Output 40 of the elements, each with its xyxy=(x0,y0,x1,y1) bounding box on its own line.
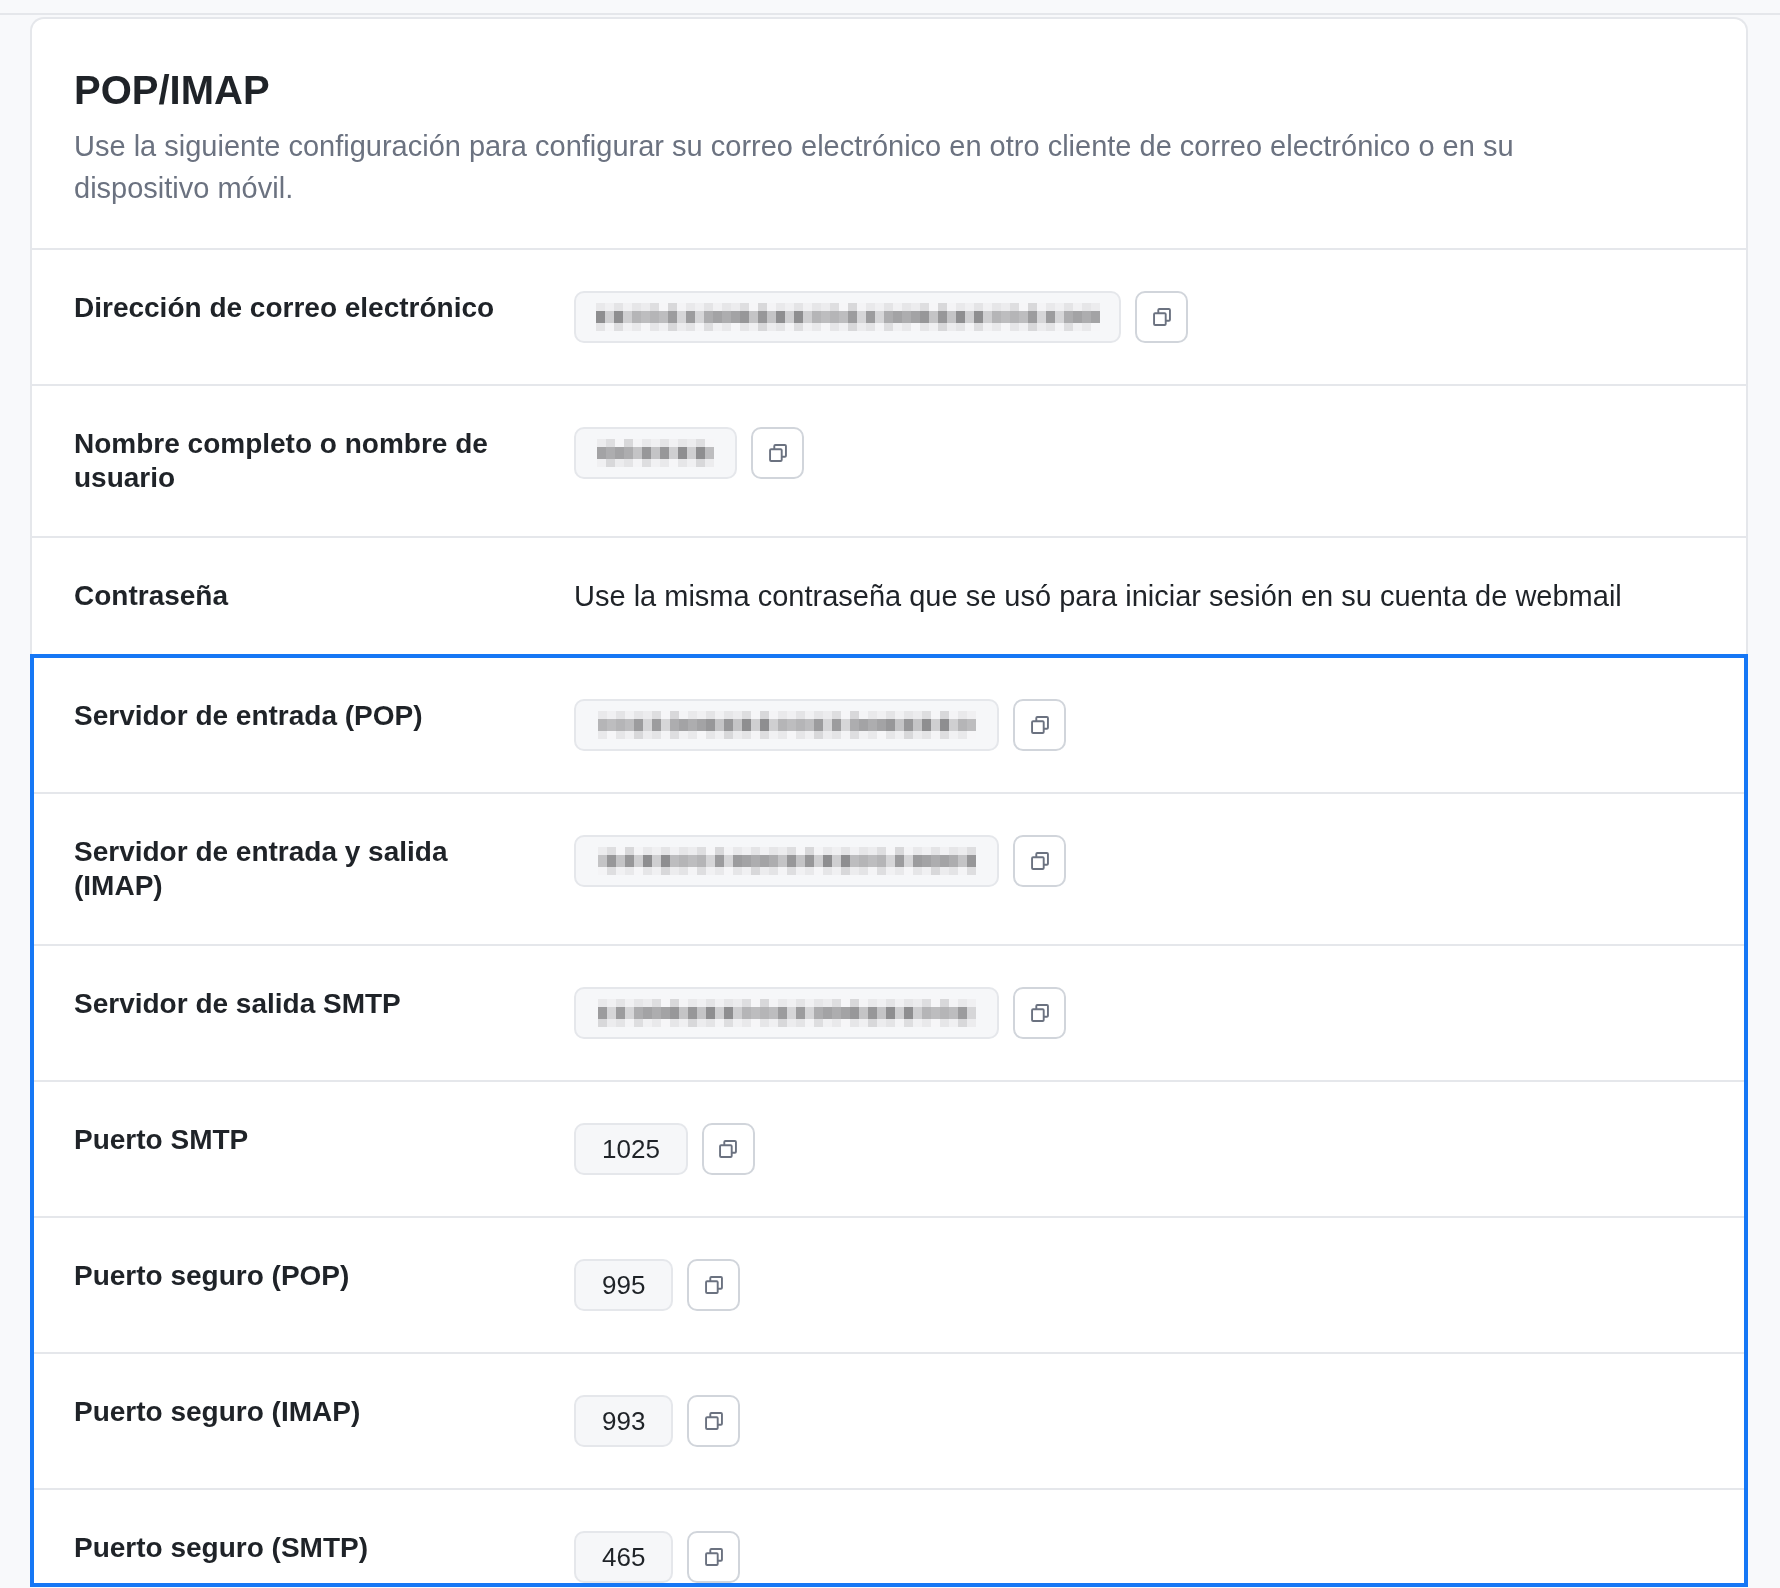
field-label: Puerto SMTP xyxy=(74,1123,249,1157)
value-field[interactable]: 995 xyxy=(574,1259,674,1311)
copy-button[interactable] xyxy=(1135,291,1188,343)
value-field[interactable] xyxy=(574,835,999,887)
value-field[interactable]: 993 xyxy=(574,1395,674,1447)
copy-button[interactable] xyxy=(701,1123,755,1175)
copy-icon xyxy=(1030,716,1049,734)
field-label: Puerto seguro (SMTP) xyxy=(74,1531,368,1565)
copy-icon xyxy=(704,1548,723,1566)
copy-icon xyxy=(1152,308,1171,326)
value-field[interactable] xyxy=(574,291,1121,343)
copy-button[interactable] xyxy=(687,1531,741,1583)
copy-icon xyxy=(704,1276,723,1294)
copy-button[interactable] xyxy=(1013,835,1066,887)
copy-icon xyxy=(719,1140,738,1158)
field-label: Servidor de salida SMTP xyxy=(74,987,401,1021)
value-field[interactable] xyxy=(574,427,737,479)
copy-button[interactable] xyxy=(687,1259,741,1311)
value-field[interactable] xyxy=(574,699,999,751)
field-label: Contraseña xyxy=(74,579,229,613)
copy-icon xyxy=(1030,852,1049,870)
field-label: Servidor de entrada y salida (IMAP) xyxy=(74,835,449,903)
copy-icon xyxy=(768,444,787,462)
copy-icon xyxy=(704,1412,723,1430)
section-description: Use la siguiente configuración para configurar su correo electrónico en otro cliente de correo electrónico o en su dispositivo móvil. xyxy=(74,129,1515,206)
field-label: Servidor de entrada (POP) xyxy=(74,699,423,733)
field-label: Puerto seguro (POP) xyxy=(74,1259,350,1293)
copy-button[interactable] xyxy=(687,1395,741,1447)
copy-icon xyxy=(1030,1004,1049,1022)
value-field[interactable]: 465 xyxy=(574,1531,674,1583)
value-field[interactable]: 1025 xyxy=(574,1123,688,1175)
copy-button[interactable] xyxy=(751,427,804,479)
section-title: POP/IMAP xyxy=(74,67,270,113)
field-label: Puerto seguro (IMAP) xyxy=(74,1395,361,1429)
copy-button[interactable] xyxy=(1013,699,1066,751)
copy-button[interactable] xyxy=(1013,987,1066,1039)
field-label: Nombre completo o nombre de usuario xyxy=(74,427,489,495)
value-text: Use la misma contraseña que se usó para iniciar sesión en su cuenta de webmail xyxy=(574,579,1622,613)
field-label: Dirección de correo electrónico xyxy=(74,291,495,325)
value-field[interactable] xyxy=(574,987,999,1039)
